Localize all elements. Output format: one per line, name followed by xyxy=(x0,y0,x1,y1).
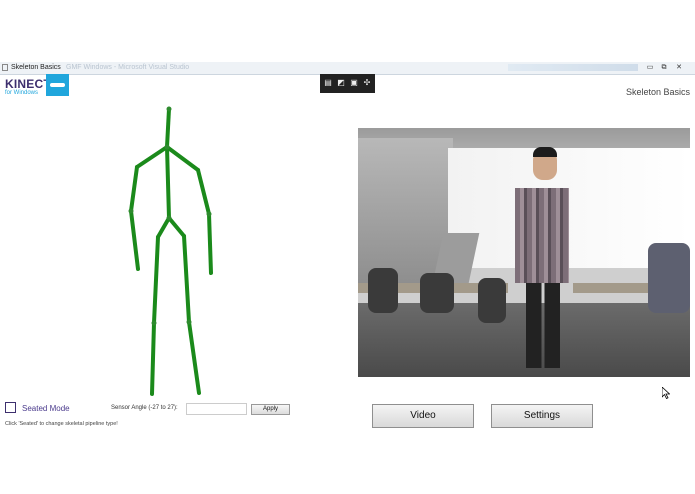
right-hip-bone xyxy=(167,216,186,238)
background-window-title: GMF Windows - Microsoft Visual Studio xyxy=(66,64,190,71)
seated-mode-checkbox[interactable] xyxy=(5,402,16,413)
seated-mode-label[interactable]: Seated Mode xyxy=(22,404,70,413)
close-icon[interactable]: ✕ xyxy=(674,63,684,72)
select-element-icon[interactable]: ▤ xyxy=(323,77,333,88)
left-knee-joint xyxy=(151,320,157,326)
page-title: Skeleton Basics xyxy=(625,87,690,97)
left-shoulder-bone xyxy=(135,145,169,169)
settings-button[interactable]: Settings xyxy=(491,404,593,428)
person-legs xyxy=(526,278,560,368)
right-knee-joint xyxy=(186,319,192,325)
right-upper-arm-bone xyxy=(196,168,211,216)
right-thigh-bone xyxy=(182,234,191,324)
left-hip-bone xyxy=(156,216,171,239)
left-forearm-bone xyxy=(129,209,140,271)
left-shin-bone xyxy=(150,321,156,396)
window-title: Skeleton Basics xyxy=(11,64,61,71)
shoulder-center-joint xyxy=(164,144,170,150)
enable-selection-icon[interactable]: ✣ xyxy=(362,77,372,88)
left-thigh-bone xyxy=(152,235,160,325)
right-forearm-bone xyxy=(207,212,213,275)
person-torso xyxy=(515,188,569,283)
taskbar-tray xyxy=(508,64,638,71)
minimize-icon[interactable]: ▭ xyxy=(645,63,655,72)
seated-hint-text: Click 'Seated' to change skeletal pipeli… xyxy=(5,421,118,427)
right-elbow-joint xyxy=(206,211,212,217)
right-shoulder-bone xyxy=(165,145,200,172)
sensor-angle-input[interactable] xyxy=(186,403,247,415)
apply-button[interactable]: Apply xyxy=(251,404,290,415)
skeleton-view xyxy=(128,106,213,396)
track-focus-icon[interactable]: ▣ xyxy=(349,77,359,88)
video-button[interactable]: Video xyxy=(372,404,474,428)
restore-icon[interactable]: ⧉ xyxy=(659,63,669,72)
sensor-angle-label: Sensor Angle (-27 to 27): xyxy=(111,405,178,411)
head-joint xyxy=(166,106,172,112)
kinect-logo-text: KINECT xyxy=(5,77,51,91)
spine-bone xyxy=(165,145,171,220)
neck-bone xyxy=(165,107,171,149)
mouse-cursor-icon xyxy=(662,387,670,399)
left-upper-arm-bone xyxy=(129,165,139,213)
kinect-sensor-logo-icon xyxy=(46,74,69,96)
color-camera-feed xyxy=(358,128,690,377)
kinect-logo-subtitle: for Windows xyxy=(5,90,39,96)
hip-center-joint xyxy=(166,215,172,221)
debug-toolbar: ▤ ◩ ▣ ✣ xyxy=(320,74,375,93)
right-shin-bone xyxy=(187,320,201,395)
app-icon xyxy=(2,64,8,71)
display-layout-icon[interactable]: ◩ xyxy=(336,77,346,88)
left-elbow-joint xyxy=(128,208,134,214)
